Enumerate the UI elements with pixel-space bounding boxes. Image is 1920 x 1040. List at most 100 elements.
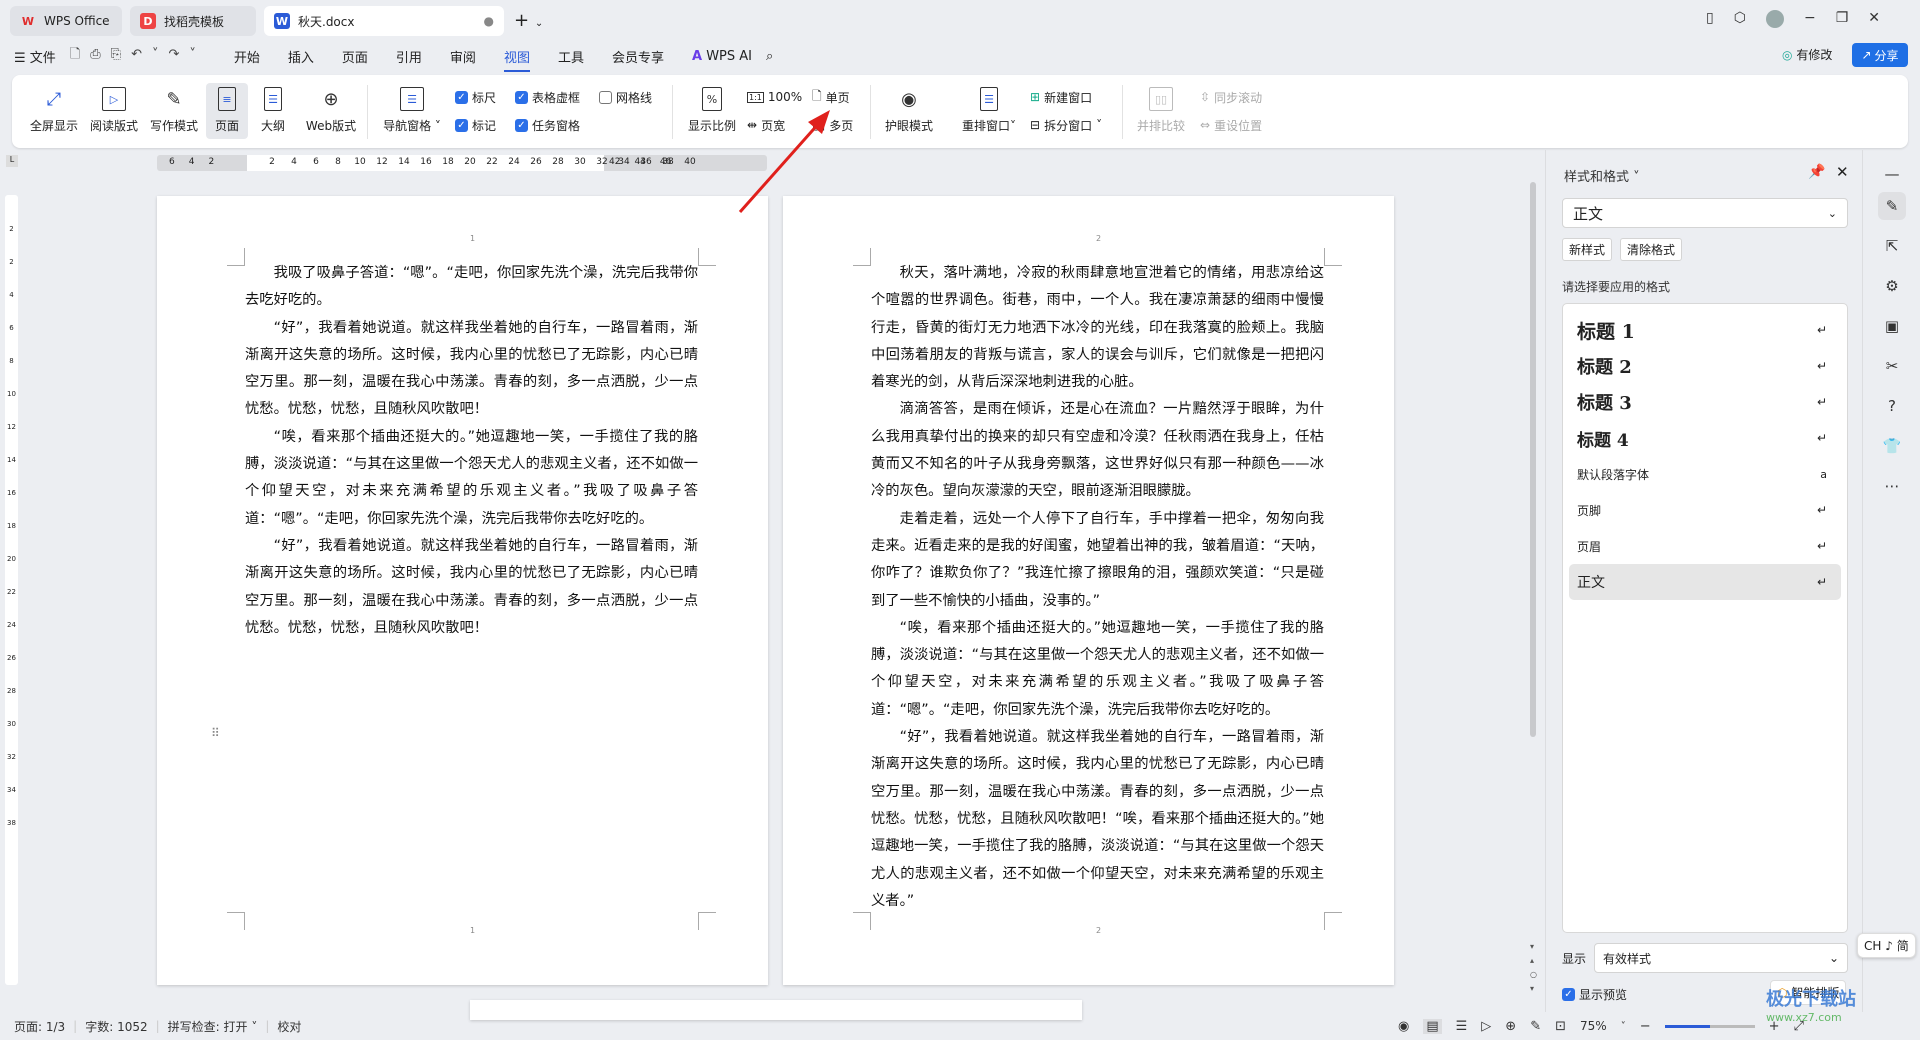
paragraph[interactable]: 走着走着，远处一个人停下了自行车，手中撑着一把伞，匆匆向我走来。近看走来的是我的…	[871, 506, 1324, 615]
compare-side-by-side-button[interactable]: ▯▯ 并排比较	[1134, 83, 1188, 139]
menu-insert[interactable]: 插入	[274, 47, 328, 66]
style-heading-4[interactable]: 标题 4 ↵	[1569, 420, 1841, 456]
style-pen-icon[interactable]: ✎	[1878, 192, 1906, 220]
proofread-button[interactable]: 校对	[277, 1018, 301, 1035]
rearrange-windows-button[interactable]: ☰ 重排窗口˅	[958, 83, 1020, 139]
table-gridlines-checkbox[interactable]: ✓ 表格虚框	[515, 87, 580, 107]
menu-page[interactable]: 页面	[328, 47, 382, 66]
close-window-button[interactable]: ✕	[1868, 10, 1880, 28]
paragraph[interactable]: “好”，我看着她说道。就这样我坐着她的自行车，一路冒着雨，渐渐离开这失意的场所。…	[245, 315, 698, 424]
vertical-ruler[interactable]: 2 2 4 6 8 10 12 14 16 18 20 22 24 26 28 30 32 34 38	[5, 195, 18, 985]
menu-review[interactable]: 审阅	[436, 47, 490, 66]
restore-button[interactable]: ❐	[1836, 10, 1849, 28]
style-heading-3[interactable]: 标题 3 ↵	[1569, 384, 1841, 420]
current-style-dropdown[interactable]: 正文 ⌄	[1562, 198, 1848, 228]
ruler-checkbox[interactable]: ✓ 标尺	[455, 87, 496, 107]
fullscreen-button[interactable]: ⤢ 全屏显示	[26, 83, 82, 139]
show-preview-checkbox[interactable]: ✓ 显示预览	[1562, 986, 1627, 1003]
split-window-button[interactable]: ⊟ 拆分窗口 ˅	[1030, 115, 1102, 135]
page-view-icon[interactable]: ▤	[1423, 1018, 1442, 1034]
ime-indicator[interactable]: CH ♪ 简	[1857, 933, 1916, 958]
document-page-2[interactable]: 2 2 秋天，落叶满地，冷寂的秋雨肆意地宣泄着它的情绪，用悲凉给这个喧嚣的世界调…	[783, 196, 1394, 985]
nav-pane-button[interactable]: ☰ 导航窗格 ˅	[376, 83, 448, 139]
drag-handle-icon[interactable]: ⠿	[211, 726, 220, 740]
new-window-button[interactable]: ⊞ 新建窗口	[1030, 87, 1092, 107]
avatar[interactable]	[1765, 10, 1784, 28]
show-filter-dropdown[interactable]: 有效样式 ⌄	[1594, 943, 1848, 973]
collapse-icon[interactable]: —	[1878, 160, 1906, 188]
modified-status[interactable]: ◎ 有修改	[1782, 46, 1832, 63]
tab-templates[interactable]: D 找稻壳模板	[130, 6, 256, 36]
vertical-scrollbar[interactable]: ▾ ▴ ○ ▾	[1530, 160, 1538, 1000]
writing-mode-button[interactable]: ✎ 写作模式	[146, 83, 202, 139]
style-heading-1[interactable]: 标题 1 ↵	[1569, 312, 1841, 348]
style-default-font[interactable]: 默认段落字体 a	[1569, 456, 1841, 492]
select-cursor-icon[interactable]: ⇱	[1878, 232, 1906, 260]
document-page-1[interactable]: 1 1 我吸了吸鼻子答道：“嗯”。“走吧，你回家先洗个澡，洗完后我带你去吃好吃的…	[157, 196, 768, 985]
paragraph[interactable]: “唉，看来那个插曲还挺大的。”她逗趣地一笑，一手揽住了我的胳膊，淡淡说道：“与其…	[245, 424, 698, 533]
file-menu[interactable]: ☰ 文件	[14, 47, 70, 66]
reading-mode-button[interactable]: ▷ 阅读版式	[86, 83, 142, 139]
tab-stop-selector[interactable]: L	[6, 155, 18, 167]
menu-reference[interactable]: 引用	[382, 47, 436, 66]
panel-title[interactable]: 样式和格式 ˅	[1564, 166, 1640, 185]
task-pane-checkbox[interactable]: ✓ 任务窗格	[515, 115, 580, 135]
eye-protection-button[interactable]: ◉ 护眼模式	[878, 83, 940, 139]
more-icon[interactable]: ⋯	[1878, 472, 1906, 500]
tab-document[interactable]: W 秋天.docx ●	[264, 6, 504, 36]
scrollbar-thumb[interactable]	[1530, 182, 1536, 737]
pin-icon[interactable]: 📌	[1808, 164, 1825, 180]
zoom-out-button[interactable]: −	[1640, 1019, 1651, 1034]
word-count[interactable]: 字数: 1052	[85, 1018, 147, 1035]
spell-check[interactable]: 拼写检查: 打开 ˅	[168, 1018, 258, 1035]
help-icon[interactable]: ?	[1878, 392, 1906, 420]
image-edit-icon[interactable]: ▣	[1878, 312, 1906, 340]
adjust-icon[interactable]: ⚙	[1878, 272, 1906, 300]
menu-tools[interactable]: 工具	[544, 47, 598, 66]
cube-icon[interactable]: ⬡	[1734, 10, 1746, 28]
document-page-3[interactable]	[470, 1000, 1082, 1020]
clear-format-button[interactable]: 清除格式	[1620, 238, 1683, 261]
fit-page-icon[interactable]: ⊡	[1555, 1019, 1566, 1034]
close-panel-button[interactable]: ✕	[1836, 163, 1849, 181]
eye-mode-icon[interactable]: ◉	[1398, 1019, 1409, 1034]
window-layout-icon[interactable]: ▯	[1706, 10, 1714, 28]
page-body[interactable]: 我吸了吸鼻子答道：“嗯”。“走吧，你回家先洗个澡，洗完后我带你去吃好吃的。 “好…	[245, 260, 698, 642]
paragraph[interactable]: 滴滴答答，是雨在倾诉，还是心在流血？一片黯然浮于眼眸，为什么我用真挚付出的换来的…	[871, 396, 1324, 505]
sync-scroll-button[interactable]: ⇳ 同步滚动	[1200, 87, 1262, 107]
horizontal-ruler[interactable]: 642 2 4 6 8 10 12 14 16 18 20 22 24 26 28 30 32 34 36 38 40…	[157, 155, 767, 171]
style-body-text[interactable]: 正文 ↵	[1569, 564, 1841, 600]
style-footer[interactable]: 页脚 ↵	[1569, 492, 1841, 528]
page-view-button[interactable]: ≡ 页面	[206, 83, 248, 139]
paragraph[interactable]: “唉，看来那个插曲还挺大的。”她逗趣地一笑，一手揽住了我的胳膊，淡淡说道：“与其…	[871, 615, 1324, 724]
style-heading-2[interactable]: 标题 2 ↵	[1569, 348, 1841, 384]
web-layout-button[interactable]: ⊕ Web版式	[300, 83, 362, 139]
zoom-dropdown-icon[interactable]: ˅	[1621, 1021, 1626, 1032]
paragraph[interactable]: 我吸了吸鼻子答道：“嗯”。“走吧，你回家先洗个澡，洗完后我带你去吃好吃的。	[245, 260, 698, 315]
paragraph[interactable]: “好”，我看着她说道。就这样我坐着她的自行车，一路冒着雨，渐渐离开这失意的场所。…	[871, 724, 1324, 915]
tab-wps-office[interactable]: W WPS Office	[10, 6, 122, 36]
new-tab-button[interactable]: + ⌄	[514, 10, 543, 31]
minimize-button[interactable]: −	[1804, 10, 1816, 28]
page-body[interactable]: 秋天，落叶满地，冷寂的秋雨肆意地宣泄着它的情绪，用悲凉给这个喧嚣的世界调色。街巷…	[871, 260, 1324, 915]
tools-icon[interactable]: ✂	[1878, 352, 1906, 380]
menu-home[interactable]: 开始	[220, 47, 274, 66]
skin-icon[interactable]: 👕	[1878, 432, 1906, 460]
markup-checkbox[interactable]: ✓ 标记	[455, 115, 496, 135]
menu-view[interactable]: 视图	[490, 47, 544, 72]
outline-view-icon[interactable]: ☰	[1456, 1019, 1468, 1034]
zoom-level[interactable]: 75%	[1580, 1019, 1607, 1033]
web-view-icon[interactable]: ⊕	[1505, 1019, 1516, 1034]
new-style-button[interactable]: 新样式	[1562, 238, 1613, 261]
reset-position-button[interactable]: ⇔ 重设位置	[1200, 115, 1262, 135]
write-mode-icon[interactable]: ✎	[1530, 1019, 1541, 1034]
reading-view-icon[interactable]: ▷	[1481, 1019, 1491, 1034]
style-header[interactable]: 页眉 ↵	[1569, 528, 1841, 564]
wps-ai-button[interactable]: A WPS AI	[678, 49, 766, 64]
share-button[interactable]: ↗ 分享	[1852, 43, 1908, 67]
page-nav-arrows[interactable]: ▾ ▴ ○ ▾	[1530, 940, 1537, 996]
paragraph[interactable]: “好”，我看着她说道。就这样我坐着她的自行车，一路冒着雨，渐渐离开这失意的场所。…	[245, 533, 698, 642]
outline-button[interactable]: ☰ 大纲	[252, 83, 294, 139]
paragraph[interactable]: 秋天，落叶满地，冷寂的秋雨肆意地宣泄着它的情绪，用悲凉给这个喧嚣的世界调色。街巷…	[871, 260, 1324, 396]
zoom-slider[interactable]	[1664, 1024, 1755, 1028]
